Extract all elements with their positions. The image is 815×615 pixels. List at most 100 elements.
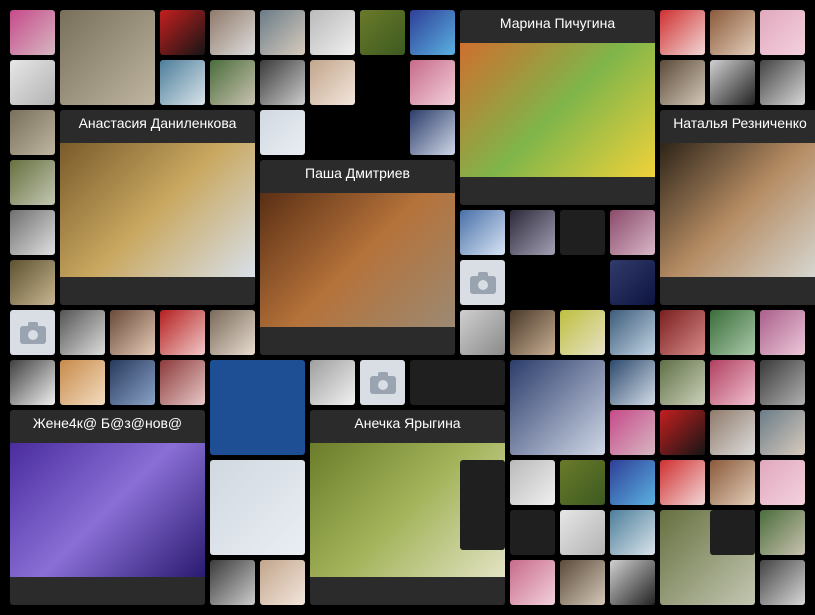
no-photo-placeholder[interactable] [10,310,55,355]
profile-thumbnail[interactable] [760,60,805,105]
profile-thumbnail[interactable] [10,60,55,105]
thumbnail-photo [210,310,255,355]
no-photo-placeholder[interactable] [460,260,505,305]
profile-thumbnail[interactable] [210,460,305,555]
profile-thumbnail[interactable] [760,360,805,405]
profile-thumbnail[interactable] [260,60,305,105]
thumbnail-photo [210,560,255,605]
profile-thumbnail[interactable] [260,10,305,55]
thumbnail-photo [510,460,555,505]
profile-thumbnail[interactable] [60,310,105,355]
profile-thumbnail[interactable] [610,260,655,305]
profile-thumbnail[interactable] [710,60,755,105]
profile-thumbnail[interactable] [710,10,755,55]
profile-thumbnail[interactable] [60,360,105,405]
profile-thumbnail[interactable] [560,510,605,555]
profile-thumbnail[interactable] [410,60,455,105]
profile-thumbnail[interactable] [760,10,805,55]
profile-thumbnail[interactable] [660,10,705,55]
profile-thumbnail[interactable] [410,110,455,155]
thumbnail-photo [10,110,55,155]
thumbnail-photo [410,10,455,55]
profile-thumbnail[interactable] [160,10,205,55]
profile-thumbnail[interactable] [10,360,55,405]
profile-thumbnail[interactable] [610,210,655,255]
profile-thumbnail[interactable] [660,60,705,105]
profile-thumbnail[interactable] [10,110,55,155]
thumbnail-photo [410,60,455,105]
thumbnail-photo [610,360,655,405]
profile-thumbnail[interactable] [560,460,605,505]
profile-thumbnail[interactable] [210,310,255,355]
featured-tile-natalya[interactable]: Наталья Резниченко [660,110,815,305]
profile-thumbnail[interactable] [610,510,655,555]
profile-thumbnail[interactable] [760,510,805,555]
profile-thumbnail[interactable] [560,310,605,355]
profile-thumbnail[interactable] [310,10,355,55]
featured-tile-zhenya[interactable]: Жене4к@ Б@з@нов@ [10,410,205,605]
profile-thumbnail[interactable] [110,310,155,355]
profile-thumbnail[interactable] [260,110,305,155]
profile-thumbnail[interactable] [760,310,805,355]
profile-thumbnail[interactable] [660,460,705,505]
featured-tile-pasha[interactable]: Паша Дмитриев [260,160,455,355]
profile-thumbnail[interactable] [610,410,655,455]
profile-thumbnail[interactable] [460,310,505,355]
profile-thumbnail[interactable] [360,10,405,55]
thumbnail-photo [260,110,305,155]
profile-thumbnail[interactable] [660,310,705,355]
profile-thumbnail[interactable] [160,310,205,355]
thumbnail-photo [210,60,255,105]
profile-thumbnail[interactable] [610,310,655,355]
thumbnail-photo [60,310,105,355]
profile-thumbnail[interactable] [760,460,805,505]
featured-tile-marina[interactable]: Марина Пичугина [460,10,655,205]
profile-thumbnail[interactable] [460,210,505,255]
profile-thumbnail[interactable] [510,560,555,605]
profile-thumbnail[interactable] [210,560,255,605]
profile-thumbnail[interactable] [110,360,155,405]
thumbnail-photo [760,510,805,555]
no-photo-placeholder[interactable] [360,360,405,405]
profile-thumbnail[interactable] [710,410,755,455]
profile-thumbnail[interactable] [660,410,705,455]
thumbnail-photo [310,60,355,105]
profile-thumbnail[interactable] [10,10,55,55]
thumbnail-photo [510,310,555,355]
profile-thumbnail[interactable] [710,310,755,355]
profile-thumbnail[interactable] [260,560,305,605]
featured-name: Анечка Ярыгина [354,415,461,431]
profile-thumbnail[interactable] [560,560,605,605]
profile-thumbnail[interactable] [10,210,55,255]
profile-thumbnail[interactable] [210,10,255,55]
profile-thumbnail[interactable] [310,60,355,105]
profile-thumbnail[interactable] [660,360,705,405]
profile-thumbnail[interactable] [610,460,655,505]
thumbnail-photo [660,410,705,455]
featured-photo [260,193,455,327]
profile-thumbnail[interactable] [710,460,755,505]
profile-thumbnail[interactable] [510,460,555,505]
camera-icon [469,271,496,294]
profile-thumbnail[interactable] [760,410,805,455]
profile-thumbnail[interactable] [10,260,55,305]
profile-thumbnail[interactable] [610,560,655,605]
profile-thumbnail[interactable] [160,360,205,405]
profile-thumbnail[interactable] [60,10,155,105]
profile-thumbnail[interactable] [510,360,605,455]
featured-photo [460,43,655,177]
profile-thumbnail[interactable] [160,60,205,105]
featured-tile-anastasia[interactable]: Анастасия Даниленкова [60,110,255,305]
profile-thumbnail[interactable] [760,560,805,605]
thumbnail-photo [610,560,655,605]
profile-thumbnail[interactable] [410,10,455,55]
profile-thumbnail[interactable] [310,360,355,405]
thumbnail-photo [760,10,805,55]
profile-thumbnail[interactable] [510,210,555,255]
profile-thumbnail[interactable] [510,310,555,355]
profile-thumbnail[interactable] [10,160,55,205]
profile-thumbnail[interactable] [610,360,655,405]
profile-thumbnail[interactable] [210,60,255,105]
profile-thumbnail[interactable] [710,360,755,405]
blank-blue-tile[interactable] [210,360,305,455]
